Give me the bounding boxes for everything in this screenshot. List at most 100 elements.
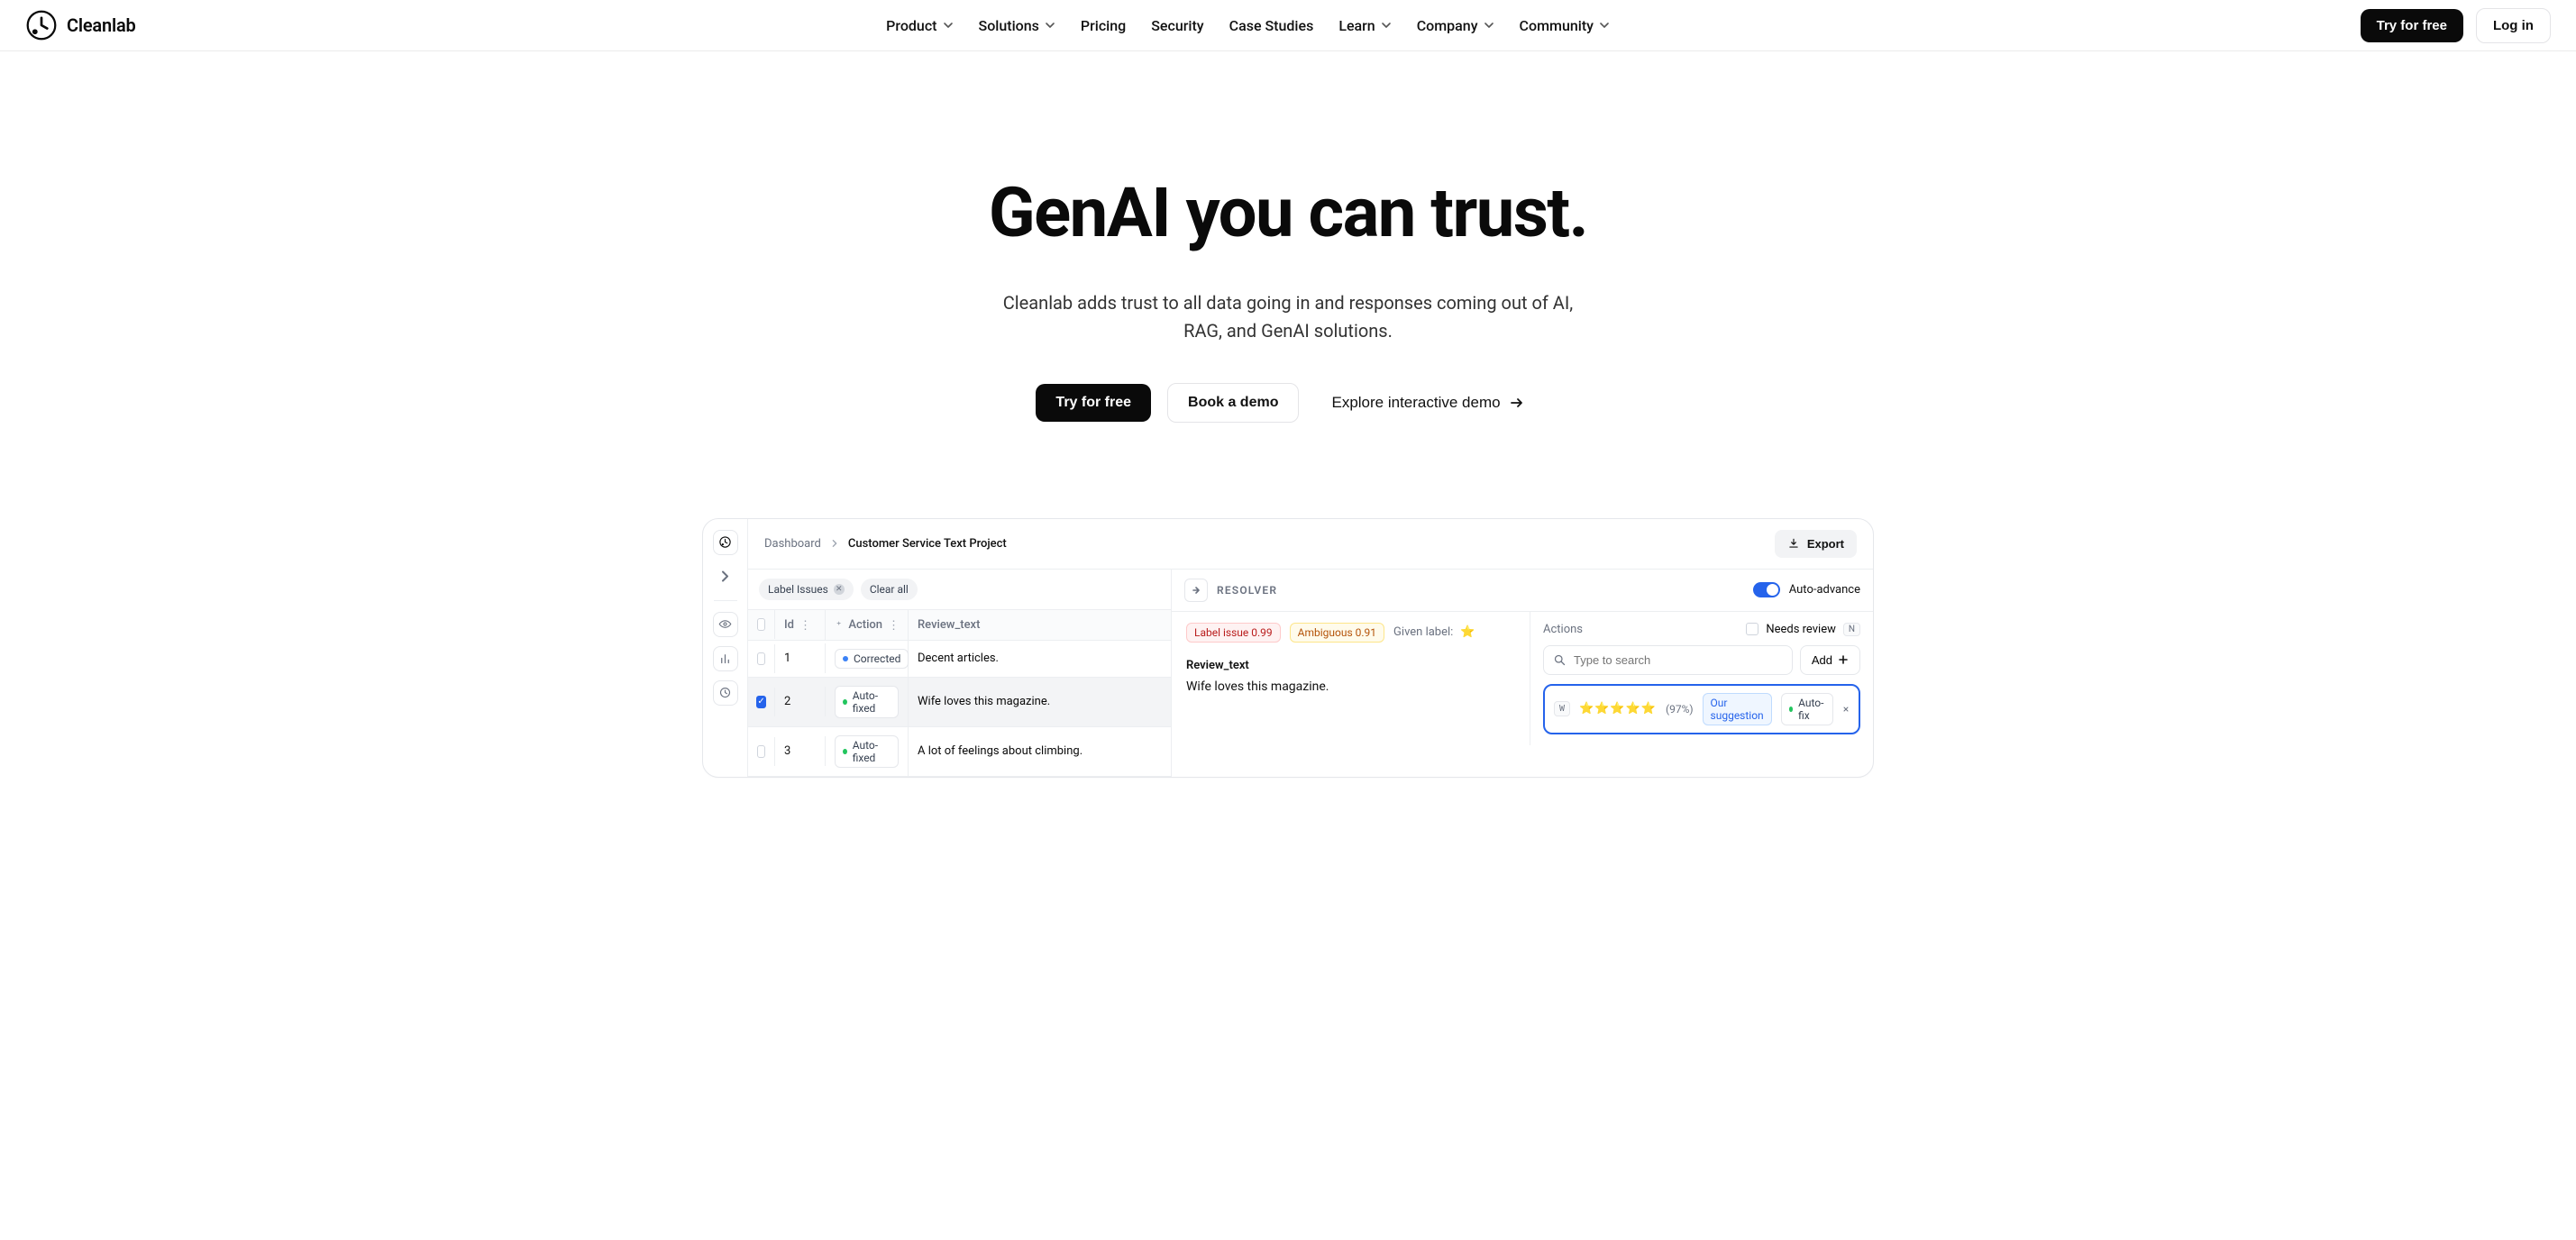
brand-logo[interactable]: Cleanlab — [25, 9, 136, 41]
nav-product-label: Product — [886, 17, 936, 34]
clear-all-button[interactable]: Clear all — [861, 579, 918, 600]
needs-review[interactable]: Needs review N — [1746, 623, 1860, 636]
nav-try-free-button[interactable]: Try for free — [2361, 9, 2463, 42]
nav-case-studies[interactable]: Case Studies — [1229, 17, 1314, 34]
nav-security[interactable]: Security — [1151, 17, 1203, 34]
filter-chip-label-issues[interactable]: Label Issues ✕ — [759, 579, 854, 600]
tag-label-issue: Label issue 0.99 — [1186, 623, 1281, 643]
hero-subtitle: Cleanlab adds trust to all data going in… — [1000, 289, 1576, 345]
app-topbar: Dashboard Customer Service Text Project … — [748, 519, 1873, 570]
data-table-pane: Label Issues ✕ Clear all Id ⋮ — [748, 570, 1172, 777]
actions-label: Actions — [1543, 623, 1583, 636]
sidebar-analytics[interactable] — [713, 646, 738, 671]
breadcrumb-current: Customer Service Text Project — [848, 537, 1007, 551]
export-label: Export — [1807, 537, 1844, 551]
auto-advance-label: Auto-advance — [1789, 583, 1860, 597]
close-icon[interactable] — [1842, 703, 1850, 716]
sidebar-expand[interactable] — [713, 564, 738, 589]
auto-advance-toggle[interactable] — [1753, 582, 1780, 597]
hero-try-free-button[interactable]: Try for free — [1036, 384, 1151, 422]
col-id-label: Id — [784, 618, 794, 632]
status-dot — [843, 699, 847, 705]
hero-explore-demo-label: Explore interactive demo — [1331, 394, 1500, 412]
row-checkbox[interactable] — [757, 745, 765, 758]
clock-icon — [718, 686, 732, 699]
filter-chip-label: Label Issues — [768, 583, 828, 596]
tag-ambiguous: Ambiguous 0.91 — [1290, 623, 1384, 643]
nav-company[interactable]: Company — [1417, 17, 1494, 34]
add-label: Add — [1812, 653, 1832, 667]
sparkle-icon — [835, 619, 843, 630]
hero-book-demo-button[interactable]: Book a demo — [1167, 383, 1299, 423]
auto-advance-toggle-wrap: Auto-advance — [1753, 582, 1860, 597]
table-row[interactable]: 2 Auto-fixed Wife loves this magazine. — [748, 678, 1171, 727]
nav-links: Product Solutions Pricing Security Case … — [886, 17, 1610, 34]
chevron-down-icon — [1484, 20, 1494, 31]
action-label: Auto-fixed — [853, 689, 891, 715]
field-name: Review_text — [1186, 659, 1515, 672]
nav-learn[interactable]: Learn — [1338, 17, 1391, 34]
remove-chip-icon[interactable]: ✕ — [834, 584, 845, 595]
more-icon[interactable]: ⋮ — [888, 619, 899, 630]
data-table: Id ⋮ Action ⋮ Review_text — [748, 609, 1171, 777]
suggestion-key: W — [1554, 701, 1570, 716]
needs-review-checkbox[interactable] — [1746, 623, 1758, 635]
sidebar-logo[interactable] — [713, 530, 738, 555]
suggestion-card[interactable]: W ⭐⭐⭐⭐⭐ (97%) Our suggestion Auto-fix — [1543, 684, 1860, 734]
resolver-detail: Label issue 0.99 Ambiguous 0.91 Given la… — [1172, 612, 1530, 745]
row-text: Decent articles. — [909, 643, 1171, 673]
needs-review-label: Needs review — [1766, 623, 1836, 636]
breadcrumb-root[interactable]: Dashboard — [764, 537, 821, 551]
hero-explore-demo-button[interactable]: Explore interactive demo — [1315, 385, 1539, 421]
nav-pricing[interactable]: Pricing — [1081, 17, 1126, 34]
row-text: Wife loves this magazine. — [909, 687, 1171, 716]
nav-solutions[interactable]: Solutions — [979, 17, 1055, 34]
nav-pricing-label: Pricing — [1081, 17, 1126, 34]
chevron-down-icon — [1599, 20, 1610, 31]
header-checkbox[interactable] — [757, 618, 765, 631]
clear-all-label: Clear all — [870, 583, 909, 596]
app-sidebar — [703, 519, 748, 777]
export-button[interactable]: Export — [1775, 530, 1857, 558]
nav-community[interactable]: Community — [1520, 17, 1610, 34]
sidebar-eye[interactable] — [713, 612, 738, 637]
table-row[interactable]: 1 Corrected Decent articles. — [748, 641, 1171, 678]
nav-login-button[interactable]: Log in — [2476, 8, 2551, 43]
chevron-right-icon — [718, 570, 732, 583]
plus-icon — [1838, 654, 1849, 665]
nav-case-studies-label: Case Studies — [1229, 17, 1314, 34]
row-checkbox[interactable] — [757, 652, 765, 665]
resolver-collapse[interactable] — [1184, 579, 1208, 602]
nav-solutions-label: Solutions — [979, 17, 1039, 34]
action-search[interactable] — [1543, 645, 1793, 675]
chevron-down-icon — [943, 20, 954, 31]
stars-icon: ⭐⭐⭐⭐⭐ — [1579, 702, 1657, 716]
row-checkbox[interactable] — [756, 696, 765, 708]
hero-headline: GenAI you can trust. — [18, 178, 2558, 250]
col-action-label: Action — [848, 618, 882, 632]
chevron-right-icon — [830, 539, 839, 548]
row-id: 3 — [775, 736, 826, 766]
nav-security-label: Security — [1151, 17, 1203, 34]
nav-product[interactable]: Product — [886, 17, 953, 34]
action-pill: Auto-fixed — [835, 735, 899, 768]
autofix-label: Auto-fix — [1798, 697, 1825, 722]
resolver-header: RESOLVER Auto-advance — [1172, 570, 1873, 612]
chevron-down-icon — [1045, 20, 1055, 31]
field-value: Wife loves this magazine. — [1186, 679, 1515, 694]
more-icon[interactable]: ⋮ — [799, 619, 810, 630]
search-icon — [1553, 653, 1567, 667]
table-row[interactable]: 3 Auto-fixed A lot of feelings about cli… — [748, 727, 1171, 777]
col-review-label: Review_text — [918, 618, 980, 632]
download-icon — [1787, 537, 1800, 550]
given-label-text: Given label: — [1393, 625, 1453, 639]
action-search-input[interactable] — [1574, 653, 1783, 667]
add-button[interactable]: Add — [1800, 645, 1860, 675]
sidebar-history[interactable] — [713, 680, 738, 706]
status-dot — [843, 656, 848, 661]
status-dot — [1789, 707, 1793, 712]
row-text: A lot of feelings about climbing. — [909, 736, 1171, 766]
table-header: Id ⋮ Action ⋮ Review_text — [748, 609, 1171, 641]
resolver-title: RESOLVER — [1217, 584, 1277, 597]
action-label: Corrected — [854, 652, 900, 665]
